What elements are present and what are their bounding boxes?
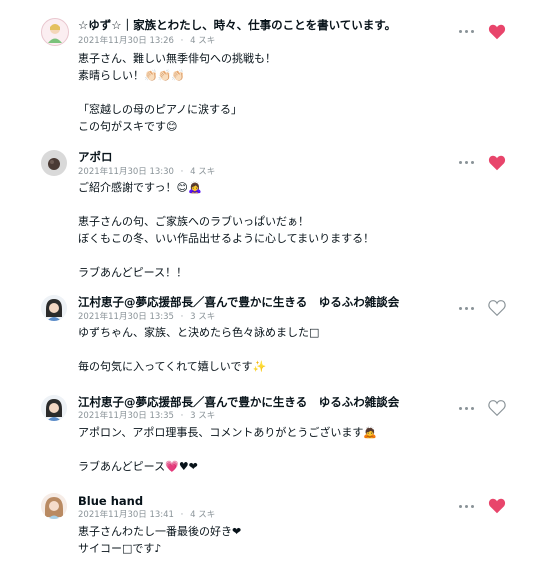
comment-like-count[interactable]: 4 スキ <box>190 36 215 46</box>
more-options-icon[interactable] <box>459 503 475 509</box>
comment-like-count[interactable]: 4 スキ <box>190 510 215 520</box>
comment-body: ご紹介感謝ですっ！😊🙇‍♀️ 恵子さんの句、ご家族へのラブいっぱいだぁ！ ぼくも… <box>78 181 375 279</box>
comment-timestamp[interactable]: 2021年11月30日 13:35 <box>78 312 174 322</box>
heart-liked-icon[interactable] <box>488 155 506 171</box>
comment-author[interactable]: ☆ゆず☆｜家族とわたし、時々、仕事のことを書いています。 <box>78 18 396 32</box>
comment-meta: 2021年11月30日 13:30 · 4 スキ <box>78 167 215 178</box>
user-avatar-icon[interactable] <box>41 493 67 519</box>
comment-author[interactable]: 江村恵子@夢応援部長／喜んで豊かに生きる ゆるふわ雑談会 <box>78 295 399 309</box>
more-options-icon[interactable] <box>459 405 475 411</box>
more-options-icon[interactable] <box>459 159 475 165</box>
comment-author[interactable]: アポロ <box>78 150 113 164</box>
heart-liked-icon[interactable] <box>488 498 506 514</box>
comment-meta: 2021年11月30日 13:41 · 4 スキ <box>78 510 215 521</box>
comment-author[interactable]: Blue hand <box>78 494 143 508</box>
user-avatar-icon[interactable] <box>41 150 67 176</box>
meta-separator: · <box>180 411 184 421</box>
comment-timestamp[interactable]: 2021年11月30日 13:35 <box>78 411 174 421</box>
meta-separator: · <box>180 312 184 322</box>
comment-body: アポロン、アポロ理事長、コメントありがとうございます🙇 ラブあんどピース💗♥❤ <box>78 426 378 473</box>
comment-timestamp[interactable]: 2021年11月30日 13:26 <box>78 36 174 46</box>
comment-meta: 2021年11月30日 13:35 · 3 スキ <box>78 312 215 323</box>
comment-body: 恵子さんわたし一番最後の好き❤ サイコー□です♪ <box>78 525 242 555</box>
comment-like-count[interactable]: 3 スキ <box>190 312 215 322</box>
comment-like-count[interactable]: 4 スキ <box>190 167 215 177</box>
comment-meta: 2021年11月30日 13:26 · 4 スキ <box>78 36 215 47</box>
more-options-icon[interactable] <box>459 28 475 34</box>
user-avatar-icon[interactable] <box>41 18 69 46</box>
meta-separator: · <box>180 510 184 520</box>
comment-author[interactable]: 江村恵子@夢応援部長／喜んで豊かに生きる ゆるふわ雑談会 <box>78 395 399 409</box>
heart-outline-icon[interactable] <box>488 400 506 416</box>
comment-meta: 2021年11月30日 13:35 · 3 スキ <box>78 411 215 422</box>
meta-separator: · <box>180 167 184 177</box>
comment-timestamp[interactable]: 2021年11月30日 13:30 <box>78 167 174 177</box>
more-options-icon[interactable] <box>459 305 475 311</box>
heart-outline-icon[interactable] <box>488 300 506 316</box>
comment-body: ゆずちゃん、家族、と決めたら色々詠めました□ 毎の句気に入ってくれて嬉しいです✨ <box>78 326 320 373</box>
comment-like-count[interactable]: 3 スキ <box>190 411 215 421</box>
meta-separator: · <box>180 36 184 46</box>
user-avatar-icon[interactable] <box>41 295 67 321</box>
user-avatar-icon[interactable] <box>41 395 67 421</box>
heart-liked-icon[interactable] <box>488 24 506 40</box>
comment-body: 恵子さん、難しい無季俳句への挑戦も！ 素晴らしい！👏🏻👏🏻👏🏻 「窓越しの母のピ… <box>78 52 276 133</box>
comment-timestamp[interactable]: 2021年11月30日 13:41 <box>78 510 174 520</box>
